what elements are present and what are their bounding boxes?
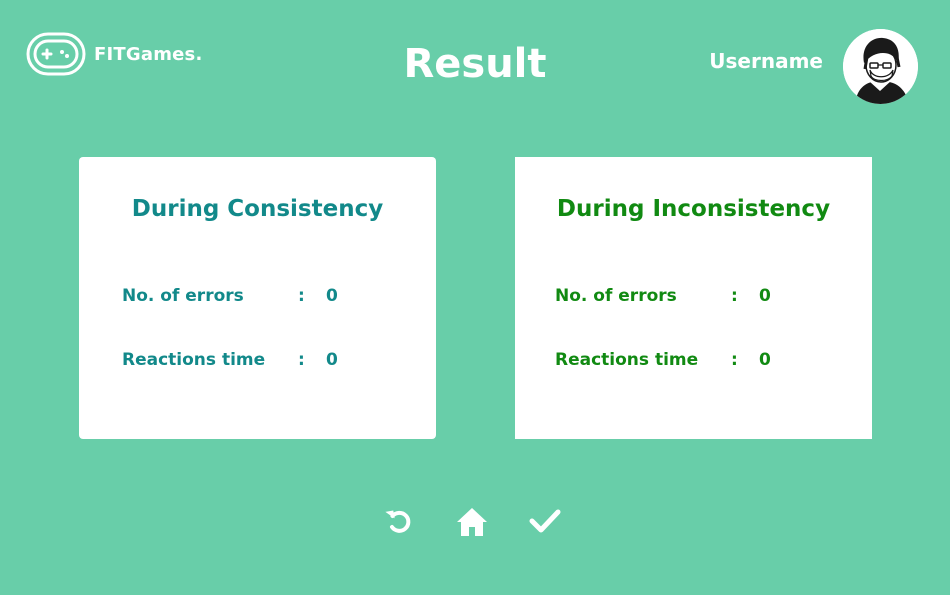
- reaction-time-row: Reactions time : 0: [555, 348, 771, 372]
- separator: :: [731, 350, 738, 370]
- errors-row: No. of errors : 0: [122, 284, 338, 308]
- reaction-time-value: 0: [326, 350, 338, 370]
- retry-icon: [385, 510, 411, 533]
- separator: :: [298, 350, 305, 370]
- reaction-time-row: Reactions time : 0: [122, 348, 338, 372]
- checkmark-icon: [529, 509, 561, 533]
- separator: :: [731, 286, 738, 306]
- errors-label: No. of errors: [555, 286, 677, 306]
- home-icon: [457, 508, 487, 536]
- home-button[interactable]: [455, 504, 489, 538]
- separator: :: [298, 286, 305, 306]
- reaction-time-label: Reactions time: [122, 350, 266, 370]
- reaction-time-value: 0: [759, 350, 771, 370]
- username-label[interactable]: Username: [709, 48, 823, 74]
- retry-button[interactable]: [382, 504, 416, 538]
- reaction-time-label: Reactions time: [555, 350, 699, 370]
- errors-value: 0: [326, 286, 338, 306]
- avatar[interactable]: [843, 29, 918, 104]
- confirm-button[interactable]: [528, 504, 562, 538]
- card-title: During Inconsistency: [556, 196, 831, 222]
- inconsistency-result-card: During Inconsistency No. of errors : 0 R…: [515, 157, 872, 439]
- consistency-result-card: During Consistency No. of errors : 0 Rea…: [79, 157, 436, 439]
- errors-value: 0: [759, 286, 771, 306]
- user-avatar-icon: [843, 29, 918, 104]
- errors-label: No. of errors: [122, 286, 244, 306]
- errors-row: No. of errors : 0: [555, 284, 771, 308]
- action-bar: [382, 504, 562, 538]
- card-title: During Consistency: [131, 196, 384, 222]
